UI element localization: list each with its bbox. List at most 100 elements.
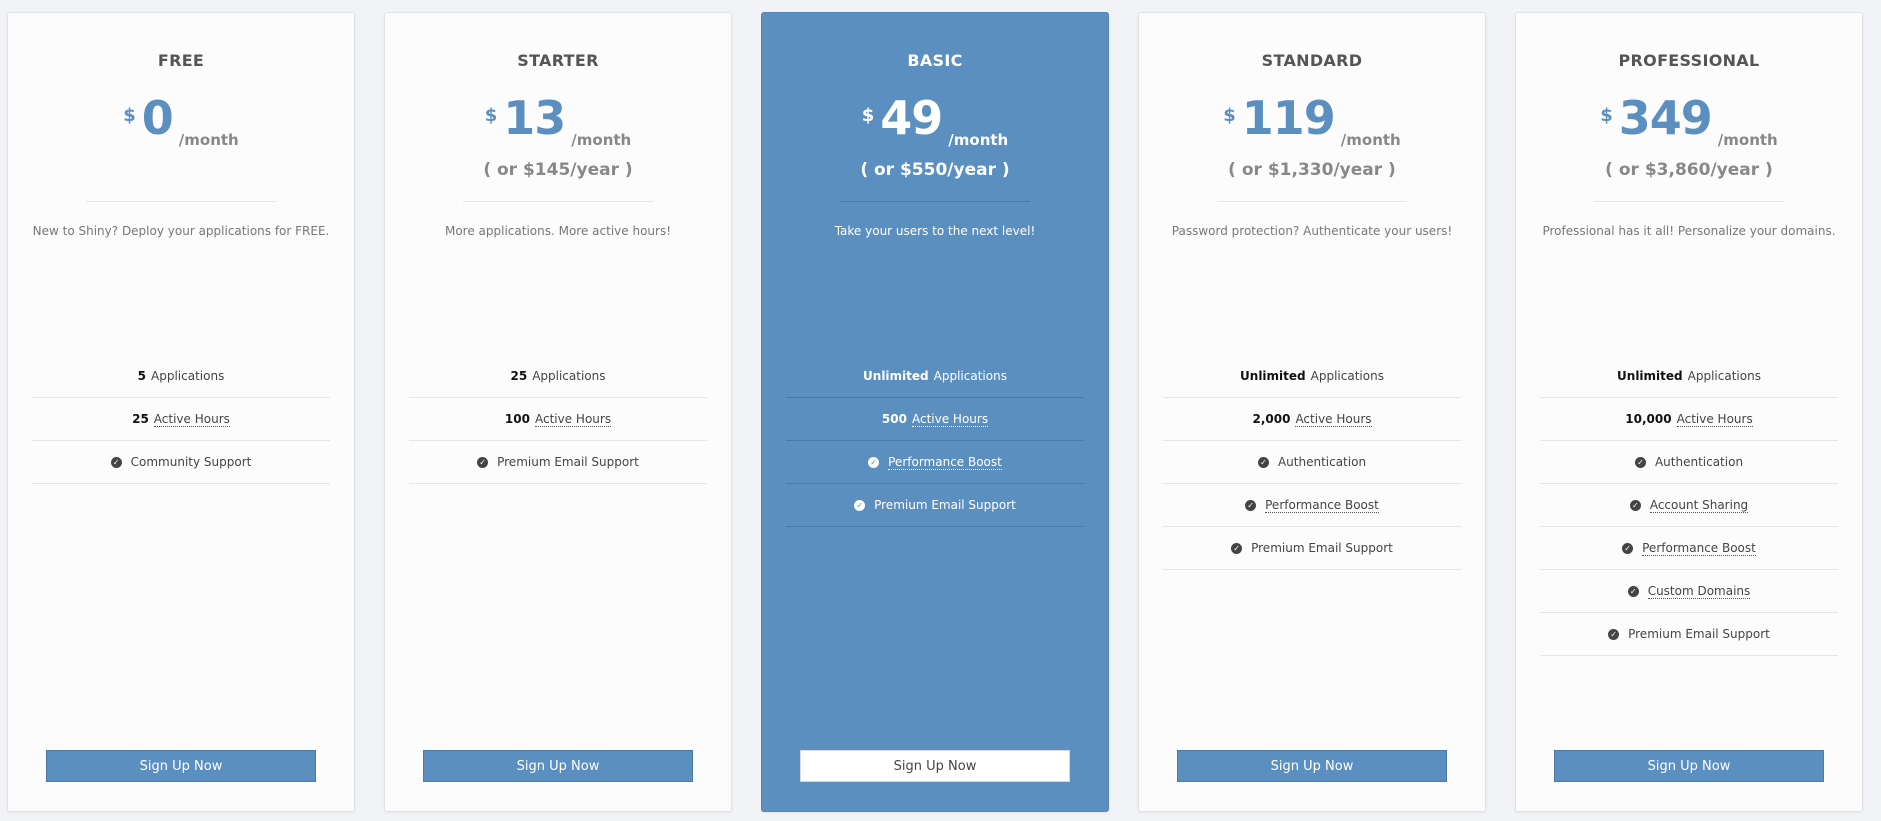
feature-value: 10,000: [1625, 412, 1672, 426]
feature-item: ✓ Account Sharing: [1540, 484, 1838, 527]
plan-name: BASIC: [907, 51, 963, 70]
feature-list: Unlimited Applications 2,000 Active Hours ✓ A…: [1163, 355, 1461, 570]
check-circle-icon: ✓: [1245, 499, 1257, 511]
price-currency: $: [861, 105, 875, 126]
plan-card-basic: BASIC $ 49 /month ( or $550/year ) Take …: [761, 12, 1109, 812]
feature-label[interactable]: Performance Boost: [1642, 541, 1756, 556]
price-amount: 13: [503, 91, 566, 145]
plan-name: PROFESSIONAL: [1618, 51, 1760, 70]
feature-label[interactable]: Active Hours: [534, 412, 612, 427]
divider: [463, 201, 653, 202]
feature-label: Premium Email Support: [1628, 627, 1770, 641]
price-yearly: ( or $550/year ): [860, 160, 1010, 180]
feature-label[interactable]: Custom Domains: [1647, 584, 1751, 599]
check-circle-icon: ✓: [1608, 628, 1620, 640]
plan-card-professional: PROFESSIONAL $ 349 /month ( or $3,860/ye…: [1515, 12, 1863, 812]
price-yearly: ( or $1,330/year ): [1228, 160, 1396, 180]
check-circle-icon: ✓: [1627, 585, 1639, 597]
sign-up-button[interactable]: Sign Up Now: [1554, 750, 1824, 782]
sign-up-button[interactable]: Sign Up Now: [800, 750, 1070, 782]
plan-tagline: Take your users to the next level!: [834, 224, 1036, 238]
plan-name: FREE: [157, 51, 205, 70]
feature-item: ✓ Authentication: [1540, 441, 1838, 484]
feature-label[interactable]: Active Hours: [1676, 412, 1753, 427]
plan-tagline: New to Shiny? Deploy your applications f…: [32, 224, 330, 238]
feature-value: Unlimited: [863, 369, 929, 383]
feature-item: ✓ Performance Boost: [786, 441, 1084, 484]
plan-name: STARTER: [517, 51, 599, 70]
check-circle-icon: ✓: [1257, 456, 1269, 468]
price-period: /month: [178, 131, 239, 149]
check-circle-icon: ✓: [1231, 542, 1243, 554]
feature-list: Unlimited Applications 10,000 Active Hours ✓…: [1540, 355, 1838, 656]
feature-item: ✓ Premium Email Support: [409, 441, 707, 484]
check-circle-icon: ✓: [110, 456, 122, 468]
plan-tagline: Password protection? Authenticate your u…: [1171, 224, 1453, 238]
feature-item: 100 Active Hours: [409, 398, 707, 441]
feature-item: 500 Active Hours: [786, 398, 1084, 441]
feature-item: ✓ Premium Email Support: [1540, 613, 1838, 656]
feature-label[interactable]: Performance Boost: [888, 455, 1002, 470]
sign-up-button[interactable]: Sign Up Now: [423, 750, 693, 782]
feature-label: Premium Email Support: [874, 498, 1016, 512]
plan-price: $ 13 /month: [385, 95, 731, 149]
feature-value: 2,000: [1252, 412, 1291, 426]
feature-label: Community Support: [130, 455, 252, 469]
price-currency: $: [1223, 105, 1236, 126]
sign-up-button[interactable]: Sign Up Now: [46, 750, 316, 782]
feature-value: 25: [132, 412, 149, 426]
plan-card-standard: STANDARD $ 119 /month ( or $1,330/year )…: [1138, 12, 1486, 812]
pricing-plans: FREE $ 0 /month New to Shiny? Deploy you…: [0, 0, 1881, 821]
feature-value: 25: [510, 369, 528, 383]
feature-label[interactable]: Account Sharing: [1649, 498, 1749, 513]
check-circle-icon: ✓: [477, 456, 489, 468]
divider: [840, 201, 1030, 202]
feature-item: ✓ Performance Boost: [1163, 484, 1461, 527]
price-period: /month: [1717, 131, 1778, 149]
plan-price: $ 0 /month: [8, 95, 354, 149]
price-amount: 49: [880, 91, 943, 145]
feature-item: 25 Applications: [409, 355, 707, 398]
feature-label: Applications: [532, 369, 606, 383]
feature-item: 25 Active Hours: [32, 398, 330, 441]
feature-value: Unlimited: [1617, 369, 1683, 383]
price-amount: 349: [1618, 91, 1713, 145]
price-yearly: ( or $145/year ): [483, 160, 633, 180]
feature-label: Premium Email Support: [1251, 541, 1393, 555]
feature-item: ✓ Community Support: [32, 441, 330, 484]
check-circle-icon: ✓: [854, 499, 866, 511]
feature-item: ✓ Premium Email Support: [786, 484, 1084, 527]
plan-card-starter: STARTER $ 13 /month ( or $145/year ) Mor…: [384, 12, 732, 812]
feature-item: ✓ Performance Boost: [1540, 527, 1838, 570]
price-currency: $: [123, 105, 136, 126]
feature-value: Unlimited: [1240, 369, 1306, 383]
feature-item: Unlimited Applications: [1540, 355, 1838, 398]
price-currency: $: [1600, 105, 1613, 126]
feature-item: ✓ Custom Domains: [1540, 570, 1838, 613]
price-amount: 0: [141, 91, 174, 145]
feature-label: Authentication: [1277, 455, 1367, 469]
feature-item: 5 Applications: [32, 355, 330, 398]
feature-list: Unlimited Applications 500 Active Hours ✓ Per…: [786, 355, 1084, 527]
feature-label[interactable]: Active Hours: [911, 412, 989, 427]
feature-label[interactable]: Active Hours: [153, 412, 230, 427]
feature-label: Applications: [933, 369, 1007, 383]
feature-item: ✓ Authentication: [1163, 441, 1461, 484]
check-circle-icon: ✓: [1629, 499, 1641, 511]
check-circle-icon: ✓: [1622, 542, 1634, 554]
feature-label[interactable]: Active Hours: [1295, 412, 1372, 427]
check-circle-icon: ✓: [868, 456, 880, 468]
sign-up-button[interactable]: Sign Up Now: [1177, 750, 1447, 782]
divider: [1217, 201, 1407, 202]
feature-value: 100: [504, 412, 530, 426]
feature-value: 5: [137, 369, 147, 383]
feature-item: 2,000 Active Hours: [1163, 398, 1461, 441]
feature-item: 10,000 Active Hours: [1540, 398, 1838, 441]
feature-label[interactable]: Performance Boost: [1265, 498, 1379, 513]
feature-item: Unlimited Applications: [1163, 355, 1461, 398]
plan-price: $ 349 /month: [1516, 95, 1862, 149]
feature-item: ✓ Premium Email Support: [1163, 527, 1461, 570]
divider: [86, 201, 276, 202]
price-period: /month: [571, 131, 632, 149]
plan-price: $ 119 /month: [1139, 95, 1485, 149]
